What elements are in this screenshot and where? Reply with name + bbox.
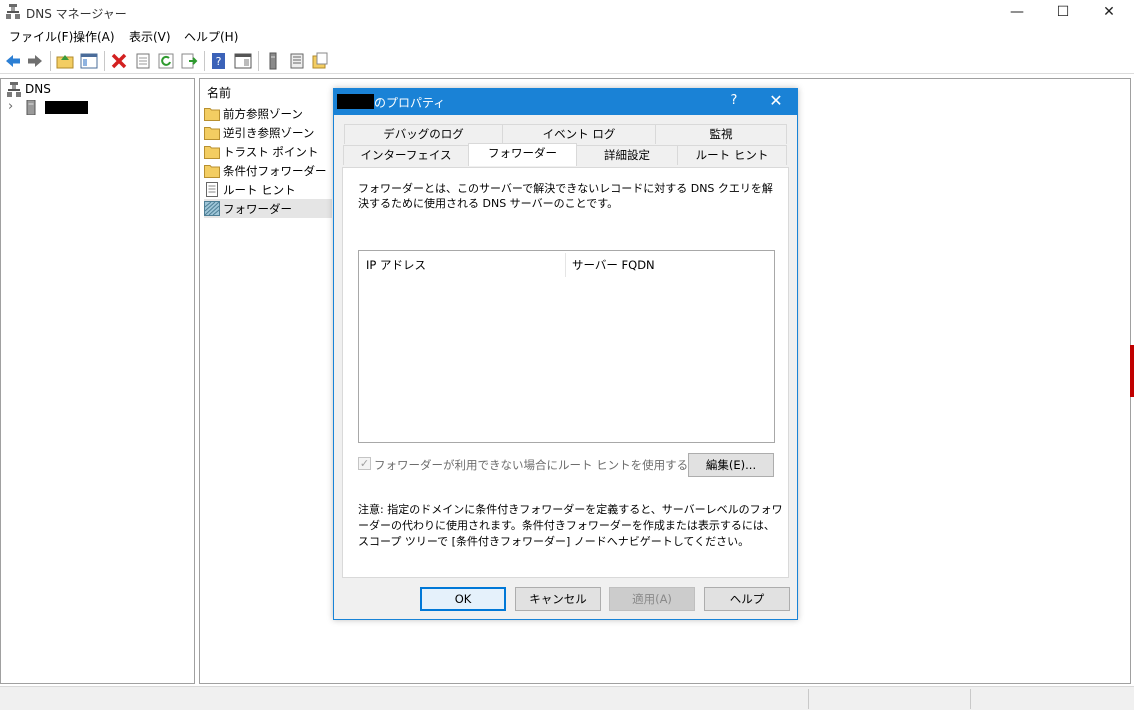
tab-forwarders[interactable]: フォワーダー — [468, 143, 577, 166]
list-item-forwarders[interactable]: フォワーダー — [204, 199, 332, 218]
menu-view[interactable]: 表示(V) — [129, 28, 171, 45]
help-button[interactable]: ヘルプ — [704, 587, 790, 611]
list-item-reverse-lookup-zones[interactable]: 逆引き参照ゾーン — [204, 123, 332, 142]
forwarders-tab-panel: フォワーダーとは、このサーバーで解決できないレコードに対する DNS クエリを解… — [342, 167, 789, 578]
list-item-label: フォワーダー — [223, 202, 292, 216]
use-root-hints-label: フォワーダーが利用できない場合にルート ヒントを使用する — [374, 458, 689, 472]
apply-button[interactable]: 適用(A) — [609, 587, 695, 611]
delete-icon[interactable] — [110, 52, 128, 70]
toolbar: ? — [0, 48, 1134, 74]
edit-button[interactable]: 編集(E)... — [688, 453, 774, 477]
up-folder-icon[interactable] — [56, 52, 74, 70]
maximize-button[interactable]: ☐ — [1040, 0, 1086, 24]
status-bar — [0, 686, 1134, 710]
redacted-server-name — [337, 94, 374, 109]
dialog-title: のプロパティ — [374, 96, 446, 110]
list-item-label: 前方参照ゾーン — [223, 107, 303, 121]
status-divider — [808, 689, 809, 709]
redacted-server-name[interactable] — [45, 101, 88, 114]
toolbar-separator — [204, 51, 205, 71]
column-header-server-fqdn[interactable]: サーバー FQDN — [572, 257, 655, 273]
list-item-label: 逆引き参照ゾーン — [223, 126, 315, 140]
dns-server-icon — [6, 4, 20, 19]
menu-file[interactable]: ファイル(F) — [9, 28, 73, 45]
tab-debug-log[interactable]: デバッグのログ — [344, 124, 503, 144]
close-button[interactable]: ✕ — [1086, 0, 1132, 24]
list-item-label: ルート ヒント — [223, 183, 296, 197]
list-item-root-hints[interactable]: ルート ヒント — [204, 180, 332, 199]
dialog-titlebar: のプロパティ ? ✕ — [334, 89, 797, 115]
forwarders-table[interactable]: IP アドレス サーバー FQDN — [358, 250, 775, 443]
use-root-hints-checkbox[interactable]: ✓ — [358, 457, 371, 470]
toolbar-separator — [104, 51, 105, 71]
minimize-button[interactable]: — — [994, 0, 1040, 24]
window-titlebar: DNS マネージャー — ☐ ✕ — [0, 0, 1134, 24]
forwarder-icon — [204, 201, 220, 216]
properties-icon[interactable] — [134, 52, 152, 70]
menu-bar: ファイル(F) 操作(A) 表示(V) ヘルプ(H) — [0, 25, 1134, 47]
tab-advanced[interactable]: 詳細設定 — [576, 145, 678, 165]
cancel-button[interactable]: キャンセル — [515, 587, 601, 611]
folder-icon — [204, 108, 220, 121]
dialog-close-button[interactable]: ✕ — [762, 91, 790, 113]
window-title: DNS マネージャー — [26, 7, 127, 21]
forwarders-description: フォワーダーとは、このサーバーで解決できないレコードに対する DNS クエリを解… — [358, 182, 773, 210]
back-arrow-icon[interactable] — [4, 52, 22, 70]
record-list-icon[interactable] — [288, 52, 306, 70]
refresh-icon[interactable] — [157, 52, 175, 70]
menu-help[interactable]: ヘルプ(H) — [184, 28, 238, 45]
folder-icon — [204, 127, 220, 140]
server-icon[interactable] — [264, 52, 282, 70]
new-record-icon[interactable] — [311, 52, 329, 70]
properties-dialog: のプロパティ ? ✕ デバッグのログ イベント ログ 監視 インターフェイス フ… — [333, 88, 798, 620]
folder-icon — [204, 146, 220, 159]
folder-icon — [204, 165, 220, 178]
use-root-hints-checkbox-row: ✓ フォワーダーが利用できない場合にルート ヒントを使用する — [358, 456, 688, 472]
ok-button[interactable]: OK — [420, 587, 506, 611]
help-icon[interactable]: ? — [210, 52, 228, 70]
dns-root-icon — [7, 82, 21, 97]
tree-root-dns[interactable]: DNS — [25, 82, 51, 96]
tree-expand-chevron-icon[interactable]: › — [8, 99, 13, 114]
console-tree-pane: DNS › — [0, 78, 195, 684]
status-divider — [970, 689, 971, 709]
forward-arrow-icon[interactable] — [26, 52, 44, 70]
list-item-conditional-forwarders[interactable]: 条件付フォワーダー — [204, 161, 332, 180]
dialog-help-button[interactable]: ? — [723, 93, 745, 111]
list-item-label: トラスト ポイント — [223, 145, 319, 159]
column-header-ip-address[interactable]: IP アドレス — [366, 257, 426, 273]
show-action-pane-icon[interactable] — [234, 52, 252, 70]
tab-root-hints[interactable]: ルート ヒント — [677, 145, 787, 165]
tab-event-log[interactable]: イベント ログ — [502, 124, 656, 144]
document-icon — [206, 182, 218, 197]
server-icon — [26, 100, 36, 115]
toolbar-separator — [50, 51, 51, 71]
column-header-name[interactable]: 名前 — [207, 84, 231, 101]
list-item-forward-lookup-zones[interactable]: 前方参照ゾーン — [204, 104, 332, 123]
conditional-forwarder-note: 注意: 指定のドメインに条件付きフォワーダーを定義すると、サーバーレベルのフォワ… — [358, 503, 783, 548]
list-item-label: 条件付フォワーダー — [223, 164, 327, 178]
show-console-tree-icon[interactable] — [80, 52, 98, 70]
list-item-trust-points[interactable]: トラスト ポイント — [204, 142, 332, 161]
edge-marker — [1130, 345, 1134, 397]
tab-interfaces[interactable]: インターフェイス — [343, 145, 469, 165]
column-divider[interactable] — [565, 253, 566, 277]
export-list-icon[interactable] — [180, 52, 198, 70]
svg-text:?: ? — [216, 55, 222, 68]
tab-monitoring[interactable]: 監視 — [655, 124, 787, 144]
menu-action[interactable]: 操作(A) — [73, 28, 115, 45]
toolbar-separator — [258, 51, 259, 71]
